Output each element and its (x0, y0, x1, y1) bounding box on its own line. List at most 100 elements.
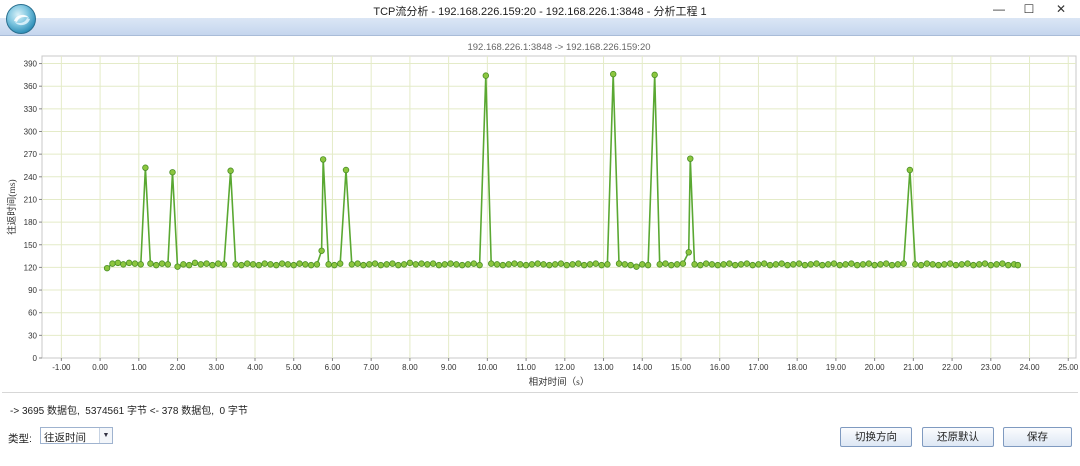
data-point[interactable] (679, 260, 687, 267)
data-point[interactable] (987, 261, 995, 269)
data-point[interactable] (511, 260, 518, 267)
data-point[interactable] (546, 261, 553, 269)
data-point[interactable] (673, 261, 681, 268)
data-point[interactable] (691, 261, 698, 268)
data-point[interactable] (164, 261, 172, 268)
data-point[interactable] (1014, 261, 1022, 269)
data-point[interactable] (185, 261, 193, 269)
data-point[interactable] (610, 70, 617, 78)
data-point[interactable] (470, 260, 478, 267)
data-point[interactable] (743, 260, 751, 267)
data-point[interactable] (592, 260, 599, 267)
data-point[interactable] (180, 261, 187, 268)
data-point[interactable] (952, 261, 960, 269)
data-point[interactable] (859, 261, 867, 268)
switch-direction-button[interactable]: 切换方向 (840, 427, 912, 447)
data-point[interactable] (389, 260, 396, 267)
data-point[interactable] (883, 260, 890, 267)
data-point[interactable] (120, 261, 127, 268)
data-point[interactable] (424, 261, 431, 268)
data-point[interactable] (331, 261, 338, 269)
data-point[interactable] (999, 260, 1006, 267)
data-point[interactable] (842, 261, 849, 268)
data-point[interactable] (929, 261, 936, 268)
data-point[interactable] (853, 261, 861, 269)
data-point[interactable] (371, 260, 379, 267)
data-point[interactable] (125, 259, 133, 267)
data-point[interactable] (493, 261, 501, 268)
data-point[interactable] (923, 260, 931, 267)
data-point[interactable] (941, 261, 948, 268)
data-point[interactable] (755, 261, 762, 268)
data-point[interactable] (732, 261, 739, 269)
data-point[interactable] (575, 260, 582, 267)
data-point[interactable] (412, 261, 419, 268)
data-point[interactable] (836, 261, 843, 269)
data-point[interactable] (302, 261, 309, 268)
data-point[interactable] (964, 260, 971, 267)
data-point[interactable] (238, 261, 245, 269)
data-point[interactable] (360, 261, 367, 269)
maximize-button[interactable]: ☐ (1012, 0, 1046, 18)
data-point[interactable] (685, 249, 692, 256)
data-point[interactable] (278, 260, 286, 267)
data-point[interactable] (993, 261, 1000, 268)
data-point[interactable] (313, 261, 321, 268)
data-point[interactable] (458, 261, 466, 269)
data-point[interactable] (598, 261, 605, 269)
data-point[interactable] (267, 261, 274, 268)
data-point[interactable] (488, 260, 495, 267)
data-point[interactable] (131, 260, 139, 267)
data-point[interactable] (935, 261, 942, 269)
data-point[interactable] (644, 261, 652, 269)
app-logo-icon[interactable] (6, 4, 36, 34)
data-point[interactable] (1005, 261, 1012, 269)
data-point[interactable] (284, 261, 292, 268)
data-point[interactable] (563, 261, 570, 269)
data-point[interactable] (819, 261, 826, 269)
data-point[interactable] (917, 261, 925, 269)
data-point[interactable] (639, 261, 646, 268)
data-point[interactable] (325, 261, 332, 268)
data-point[interactable] (429, 260, 437, 267)
data-point[interactable] (830, 260, 838, 267)
data-point[interactable] (227, 167, 234, 174)
data-point[interactable] (697, 261, 704, 269)
save-button[interactable]: 保存 (1003, 427, 1072, 447)
data-point[interactable] (551, 261, 559, 268)
data-point[interactable] (318, 247, 325, 254)
data-point[interactable] (158, 260, 166, 267)
data-point[interactable] (447, 260, 454, 267)
data-point[interactable] (633, 263, 640, 270)
data-point[interactable] (778, 260, 785, 267)
close-button[interactable]: ✕ (1044, 0, 1078, 18)
data-point[interactable] (147, 260, 154, 267)
data-point[interactable] (784, 261, 791, 269)
data-point[interactable] (336, 260, 344, 267)
data-point[interactable] (249, 261, 257, 268)
data-point[interactable] (142, 164, 149, 171)
data-point[interactable] (557, 260, 565, 267)
data-point[interactable] (865, 260, 873, 267)
data-point[interactable] (517, 261, 524, 268)
data-point[interactable] (482, 72, 490, 79)
data-point[interactable] (453, 261, 460, 268)
data-point[interactable] (109, 260, 116, 267)
data-point[interactable] (894, 261, 902, 268)
data-point[interactable] (153, 261, 160, 269)
data-point[interactable] (702, 260, 710, 267)
data-point[interactable] (615, 260, 623, 267)
data-point[interactable] (499, 261, 507, 269)
data-point[interactable] (912, 261, 919, 268)
data-point[interactable] (871, 261, 878, 269)
data-point[interactable] (476, 261, 483, 269)
data-point[interactable] (848, 260, 855, 267)
data-point[interactable] (795, 260, 803, 267)
data-point[interactable] (801, 261, 809, 269)
data-point[interactable] (348, 261, 356, 268)
data-point[interactable] (540, 261, 547, 268)
data-point[interactable] (651, 71, 658, 79)
data-point[interactable] (877, 261, 884, 268)
data-point[interactable] (209, 261, 216, 269)
data-point[interactable] (662, 260, 669, 267)
